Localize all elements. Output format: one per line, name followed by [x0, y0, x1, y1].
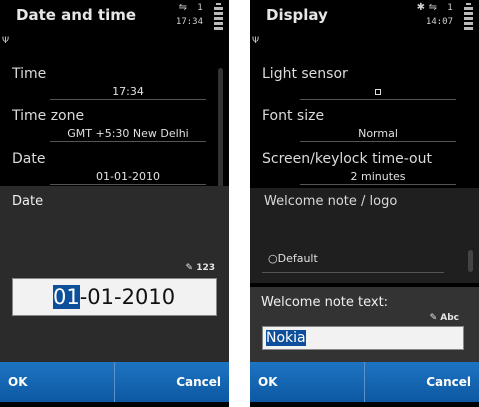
- pen-icon: ✎: [185, 263, 197, 273]
- ok-button[interactable]: OK: [250, 362, 365, 402]
- setting-date[interactable]: Date 01-01-2010: [12, 151, 212, 185]
- selected-text: Nokia: [266, 330, 306, 346]
- input-mode-indicator: ✎ Abc: [430, 313, 459, 323]
- profile-icon: 1: [197, 3, 203, 13]
- dialog-title: Welcome note text:: [261, 295, 389, 310]
- setting-label: Date: [12, 151, 46, 167]
- cancel-button[interactable]: Cancel: [115, 362, 229, 402]
- status-clock: 14:07: [425, 17, 453, 27]
- battery-icon: [213, 3, 224, 30]
- setting-keylock-timeout[interactable]: Screen/keylock time-out 2 minutes: [262, 151, 462, 185]
- setting-light-sensor[interactable]: Light sensor: [262, 66, 462, 100]
- setting-time[interactable]: Time 17:34: [12, 66, 212, 100]
- setting-time-zone[interactable]: Time zone GMT +5:30 New Delhi: [12, 108, 212, 142]
- welcome-text-input[interactable]: Nokia: [262, 326, 464, 350]
- app-title: Date and time: [16, 6, 137, 24]
- bluetooth-icon: ✱: [416, 2, 425, 13]
- setting-value: Normal: [300, 126, 456, 142]
- input-mode-indicator: ✎ 123: [186, 263, 215, 273]
- display-screen: Display ✱ ⇋ 1 14:07 Ψ Light sensor Font …: [250, 0, 479, 407]
- input-mode-label: 123: [196, 263, 215, 273]
- input-mode-label: Abc: [440, 313, 459, 323]
- setting-value: 2 minutes: [300, 169, 456, 185]
- pen-icon: ✎: [429, 313, 441, 323]
- setting-value: 01-01-2010: [50, 169, 206, 185]
- popup-title: Welcome note / logo: [264, 194, 398, 209]
- status-clock: 17:34: [175, 17, 203, 27]
- setting-value: GMT +5:30 New Delhi: [50, 126, 206, 142]
- antenna-icon: Ψ: [252, 36, 260, 46]
- profile-icon: 1: [447, 3, 453, 13]
- softkey-bar: OK Cancel: [0, 362, 229, 402]
- cancel-button[interactable]: Cancel: [365, 362, 479, 402]
- status-bar: Date and time ⇋ 1 17:34 Ψ: [0, 0, 229, 46]
- option-default[interactable]: ○Default: [268, 252, 318, 265]
- usb-icon: ⇋: [428, 2, 437, 13]
- dialog-title: Date: [12, 194, 44, 209]
- date-time-screen: Date and time ⇋ 1 17:34 Ψ Time 17:34 Tim…: [0, 0, 229, 407]
- battery-icon: [463, 3, 474, 30]
- status-bar: Display ✱ ⇋ 1 14:07 Ψ: [250, 0, 479, 46]
- option-label: Default: [277, 252, 318, 265]
- setting-font-size[interactable]: Font size Normal: [262, 108, 462, 142]
- welcome-note-popup: Welcome note / logo ○Default: [250, 188, 479, 283]
- option-divider: [262, 272, 444, 273]
- radio-icon: ○: [268, 252, 278, 265]
- setting-label: Light sensor: [262, 66, 348, 82]
- setting-label: Time zone: [12, 108, 85, 124]
- setting-value: 17:34: [50, 84, 206, 100]
- welcome-text-dialog: Welcome note text: ✎ Abc Nokia: [250, 287, 479, 367]
- date-selected-segment: 01: [53, 285, 80, 309]
- popup-scrollbar[interactable]: [468, 250, 473, 272]
- setting-label: Screen/keylock time-out: [262, 151, 432, 167]
- divider: [229, 0, 250, 407]
- app-title: Display: [266, 6, 328, 24]
- setting-label: Font size: [262, 108, 325, 124]
- date-dialog: Date ✎ 123 01-01-2010: [0, 186, 229, 367]
- setting-label: Time: [12, 66, 47, 82]
- scrollbar[interactable]: [218, 68, 223, 192]
- date-rest: -01-2010: [79, 285, 176, 309]
- ok-button[interactable]: OK: [0, 362, 115, 402]
- antenna-icon: Ψ: [2, 36, 10, 46]
- date-input[interactable]: 01-01-2010: [12, 278, 217, 316]
- light-sensor-slider[interactable]: [300, 84, 456, 100]
- usb-icon: ⇋: [178, 2, 187, 13]
- softkey-bar: OK Cancel: [250, 362, 479, 402]
- slider-indicator: [375, 89, 381, 95]
